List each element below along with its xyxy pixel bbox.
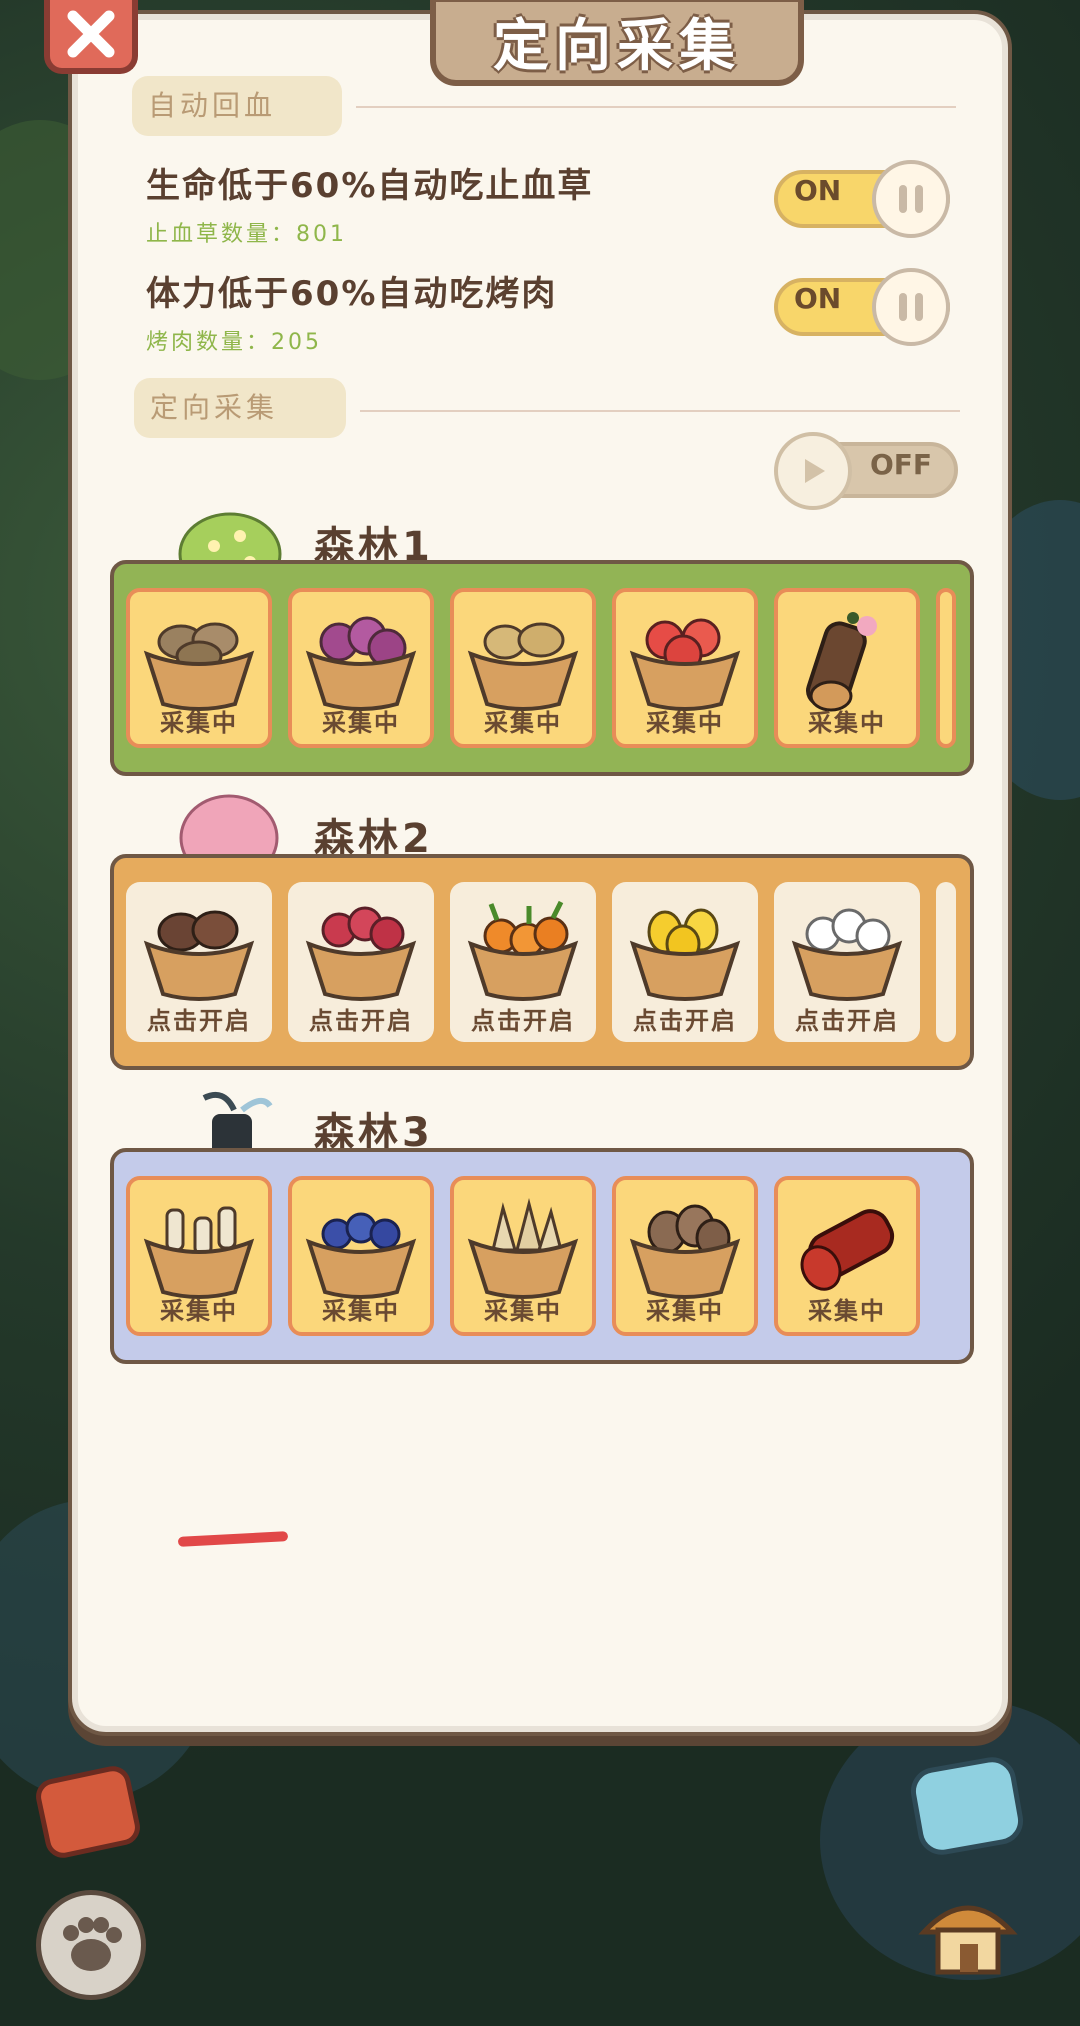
play-knob-icon xyxy=(774,432,852,510)
tile-status-label: 点击开启 xyxy=(147,1007,251,1035)
taro-basket-icon xyxy=(629,1204,741,1299)
toggle-directed-gather[interactable]: OFF xyxy=(774,432,958,510)
divider xyxy=(356,106,956,108)
pause-knob-icon xyxy=(872,268,950,346)
setting-hp-count: 止血草数量：801 xyxy=(146,222,347,247)
tile-status-label: 采集中 xyxy=(322,1297,400,1325)
house-icon[interactable] xyxy=(916,1880,1020,1980)
tile-status-label: 采集中 xyxy=(646,709,724,737)
close-x-icon xyxy=(67,10,115,58)
panel-title: 定向采集 xyxy=(430,0,804,86)
mushroom-basket-icon xyxy=(143,1206,255,1299)
tile-status-label: 采集中 xyxy=(322,709,400,737)
tile-blossom-log[interactable]: 采集中 xyxy=(774,588,920,748)
tile-status-label: 采集中 xyxy=(808,1297,886,1325)
tile-status-label: 采集中 xyxy=(484,1297,562,1325)
tile-raspberry[interactable]: 点击开启 xyxy=(288,882,434,1042)
tile-mango[interactable]: 点击开启 xyxy=(612,882,758,1042)
setting-hp-title: 生命低于60%自动吃止血草 xyxy=(146,166,594,206)
tile-red-log[interactable]: 采集中 xyxy=(774,1176,920,1336)
toggle-state-label: ON xyxy=(794,174,842,207)
close-button[interactable] xyxy=(44,0,138,74)
section-label-auto-heal: 自动回血 xyxy=(132,76,342,136)
tile-status-label: 点击开启 xyxy=(795,1007,899,1035)
bamboo-shoot-basket-icon xyxy=(467,1198,579,1299)
mango-basket-icon xyxy=(629,908,741,1001)
tile-status-label: 点击开启 xyxy=(633,1007,737,1035)
tile-potato[interactable]: 采集中 xyxy=(126,588,272,748)
tile-status-label: 点击开启 xyxy=(309,1007,413,1035)
toggle-stamina-auto-eat[interactable]: ON xyxy=(774,268,950,346)
tile-status-label: 采集中 xyxy=(484,709,562,737)
tile-carrot[interactable]: 点击开启 xyxy=(450,882,596,1042)
red-log-icon xyxy=(800,1209,895,1291)
tile-status-label: 采集中 xyxy=(160,709,238,737)
tile-yellow-potato[interactable]: 采集中 xyxy=(450,588,596,748)
raspberry-basket-icon xyxy=(305,906,417,1001)
forest-3-row: 采集中 采集中 采集中 采集中 采集中 xyxy=(110,1148,974,1364)
forest-1-row: 采集中 采集中 采集中 采集中 采集中 xyxy=(110,560,974,776)
blueberry-basket-icon xyxy=(305,1212,417,1299)
forest-1-tiles: 采集中 采集中 采集中 采集中 采集中 xyxy=(126,588,956,748)
paw-icon[interactable] xyxy=(36,1890,146,2000)
toggle-hp-auto-eat[interactable]: ON xyxy=(774,160,950,238)
setting-stamina-title: 体力低于60%自动吃烤肉 xyxy=(146,274,558,314)
tile-status-label: 采集中 xyxy=(808,709,886,737)
tile-status-label: 点击开启 xyxy=(471,1007,575,1035)
forest-2-tiles: 点击开启 点击开启 点击开启 点击开启 点击开启 xyxy=(126,882,956,1042)
divider xyxy=(360,410,960,412)
tile-bamboo-shoot[interactable]: 采集中 xyxy=(450,1176,596,1336)
section-label-directed: 定向采集 xyxy=(134,378,346,438)
tile-sweet-potato[interactable]: 点击开启 xyxy=(126,882,272,1042)
tile-cotton[interactable]: 点击开启 xyxy=(774,882,920,1042)
forest-3-tiles: 采集中 采集中 采集中 采集中 采集中 xyxy=(126,1176,920,1336)
forest-2-row: 点击开启 点击开启 点击开启 点击开启 点击开启 xyxy=(110,854,974,1070)
tile-partial xyxy=(936,588,956,748)
potato-basket-icon xyxy=(143,622,255,711)
apple-basket-icon xyxy=(629,618,741,711)
tile-apple[interactable]: 采集中 xyxy=(612,588,758,748)
tile-mushroom[interactable]: 采集中 xyxy=(126,1176,272,1336)
carrot-basket-icon xyxy=(467,900,579,1001)
sweet-potato-basket-icon xyxy=(143,910,255,1001)
tile-partial xyxy=(936,882,956,1042)
tile-status-label: 采集中 xyxy=(646,1297,724,1325)
setting-stamina-count: 烤肉数量：205 xyxy=(146,330,322,355)
toggle-state-label: ON xyxy=(794,282,842,315)
cotton-basket-icon xyxy=(791,908,903,1001)
toggle-state-label: OFF xyxy=(869,448,932,481)
yellow-potato-basket-icon xyxy=(467,622,579,711)
tile-taro[interactable]: 采集中 xyxy=(612,1176,758,1336)
blossom-log-icon xyxy=(806,612,877,712)
pause-knob-icon xyxy=(872,160,950,238)
tile-blueberry[interactable]: 采集中 xyxy=(288,1176,434,1336)
tile-purple-flower[interactable]: 采集中 xyxy=(288,588,434,748)
tile-status-label: 采集中 xyxy=(160,1297,238,1325)
purple-flower-basket-icon xyxy=(305,616,417,711)
